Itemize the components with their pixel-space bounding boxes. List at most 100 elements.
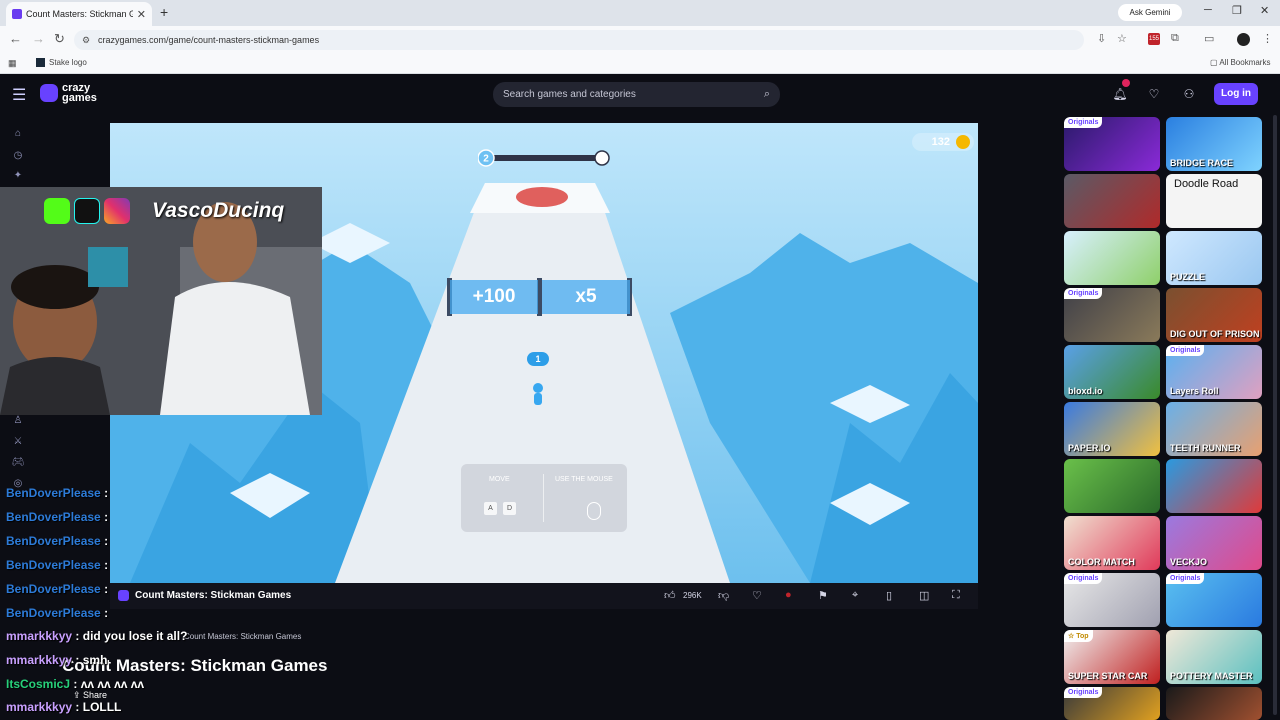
back-icon[interactable]: ← <box>9 31 22 46</box>
theater-mode-icon[interactable]: ◫ <box>919 589 929 602</box>
site-info-icon[interactable]: ⚙ <box>82 30 90 50</box>
game-thumbnail[interactable]: COLOR MATCH <box>1064 516 1160 570</box>
login-button[interactable]: Log in <box>1214 83 1258 105</box>
game-thumbnail[interactable]: Originals <box>1064 573 1160 627</box>
url-field[interactable]: ⚙ crazygames.com/game/count-masters-stic… <box>74 30 1084 50</box>
controls-divider <box>543 474 544 522</box>
top-badge: ☆ Top <box>1064 630 1093 642</box>
game-thumbnail[interactable]: Doodle Road <box>1166 174 1262 228</box>
crazygames-logo-mark-icon <box>40 84 58 102</box>
game-thumbnail[interactable]: PAPER.IO <box>1064 402 1160 456</box>
game-thumbnail[interactable]: POTTERY MASTER <box>1166 630 1262 684</box>
search-input[interactable]: Search games and categories ⌕ <box>493 82 780 107</box>
game-thumbnail[interactable]: Originals Layers Roll <box>1166 345 1262 399</box>
chat-line: BenDoverPlease : <box>6 534 108 548</box>
chat-line: mmarkkkyy : LOLLL <box>6 700 121 714</box>
nav-home-icon[interactable]: ⌂ <box>11 128 25 142</box>
game-thumbnail[interactable]: Originals <box>1064 687 1160 720</box>
side-panel-icon[interactable]: ▭ <box>1204 32 1214 45</box>
close-tab-icon[interactable]: ✕ <box>137 8 152 21</box>
game-thumbnail[interactable]: Originals <box>1064 288 1160 342</box>
chat-line: ItsCosmicJ : ʌʌ ʌʌ ʌʌ ʌʌ <box>6 677 144 691</box>
chat-user: BenDoverPlease <box>6 486 101 500</box>
forward-icon[interactable]: → <box>32 31 45 46</box>
install-icon[interactable]: ⇩ <box>1097 32 1106 45</box>
game-thumbnail-label: TEETH RUNNER <box>1170 443 1241 453</box>
game-thumbnail[interactable]: bloxd.io <box>1064 345 1160 399</box>
tab-bar <box>0 0 1280 26</box>
new-tab-icon[interactable]: + <box>160 4 168 20</box>
nav-action-icon[interactable]: ⚔ <box>11 436 25 450</box>
favorites-heart-icon[interactable]: ♡ <box>1144 84 1164 104</box>
bookmark-stake[interactable]: Stake logo <box>36 58 87 67</box>
ask-gemini-button[interactable]: Ask Gemini <box>1118 4 1182 21</box>
game-icon <box>118 590 129 601</box>
menu-kebab-icon[interactable]: ⋮ <box>1262 32 1273 45</box>
mobile-icon[interactable]: ▯ <box>886 589 892 602</box>
extensions-puzzle-icon[interactable]: ⧉ <box>1171 32 1179 45</box>
search-icon[interactable]: ⌕ <box>764 82 770 107</box>
game-thumbnail-label: PUZZLE <box>1170 272 1205 282</box>
all-bookmarks[interactable]: ▢ All Bookmarks <box>1210 58 1270 67</box>
game-thumbnail[interactable]: PUZZLE <box>1166 231 1262 285</box>
bookmark-star-icon[interactable]: ☆ <box>1117 32 1127 45</box>
game-thumbnail[interactable]: Originals <box>1064 117 1160 171</box>
chat-msg: : <box>104 486 109 500</box>
fullscreen-icon[interactable]: ⛶ <box>952 589 960 602</box>
share-label: Share <box>83 690 108 700</box>
extension-icon[interactable]: 155 <box>1148 33 1160 45</box>
record-icon[interactable]: ● <box>785 589 792 601</box>
report-flag-icon[interactable]: ⚑ <box>818 589 828 602</box>
like-icon[interactable]: 👍︎ <box>664 589 676 602</box>
chat-line: BenDoverPlease : <box>6 606 108 620</box>
controls-icon[interactable]: ⌖ <box>852 589 858 602</box>
restore-icon[interactable]: ❐ <box>1232 4 1242 17</box>
game-thumbnail[interactable]: ☆ Top SUPER STAR CAR <box>1064 630 1160 684</box>
game-thumbnail[interactable] <box>1166 459 1262 513</box>
coin-count: 132 <box>931 136 950 148</box>
notifications-bell-icon[interactable]: 🔔︎ <box>1110 84 1130 104</box>
chat-line: BenDoverPlease : <box>6 486 108 500</box>
chat-msg: : did you lose it all? <box>75 629 188 643</box>
hamburger-menu-icon[interactable]: ☰ <box>12 85 26 105</box>
close-window-icon[interactable]: ✕ <box>1260 4 1269 17</box>
extension-badge-count: 155 <box>1148 36 1159 42</box>
game-thumbnail[interactable]: DIG OUT OF PRISON <box>1166 288 1262 342</box>
minimize-icon[interactable]: ─ <box>1204 4 1212 16</box>
nav-gamepad-icon[interactable]: 🎮︎ <box>11 457 25 471</box>
game-thumbnail[interactable]: TEETH RUNNER <box>1166 402 1262 456</box>
breadcrumb-current[interactable]: Count Masters: Stickman Games <box>184 632 301 641</box>
nav-recent-icon[interactable]: ◷ <box>11 150 25 164</box>
controls-hint: MOVE USE THE MOUSE A D <box>461 464 627 532</box>
game-thumbnail[interactable]: VECKJO <box>1166 516 1262 570</box>
chat-line: BenDoverPlease : <box>6 582 108 596</box>
nav-multiplayer-icon[interactable]: ♙ <box>11 415 25 429</box>
reload-icon[interactable]: ↻ <box>54 31 65 47</box>
chat-msg: : ʌʌ ʌʌ ʌʌ ʌʌ <box>73 677 145 691</box>
profile-avatar[interactable] <box>1237 33 1250 46</box>
dislike-icon[interactable]: 👎︎ <box>718 589 729 602</box>
game-thumbnail[interactable] <box>1064 459 1160 513</box>
originals-badge: Originals <box>1064 687 1103 698</box>
nav-new-icon[interactable]: ✦ <box>11 170 25 184</box>
crazygames-logo[interactable]: crazy games <box>40 83 97 104</box>
game-thumbnail[interactable] <box>1166 687 1262 720</box>
tiktok-logo-icon <box>74 198 100 224</box>
control-mouse-label: USE THE MOUSE <box>555 476 613 483</box>
game-thumbnail-label: DIG OUT OF PRISON <box>1170 329 1260 339</box>
friends-icon[interactable]: ⚇ <box>1179 84 1199 104</box>
game-thumbnail[interactable] <box>1064 174 1160 228</box>
game-thumbnail[interactable]: Originals <box>1166 573 1262 627</box>
chat-msg: : <box>104 510 109 524</box>
game-thumbnail[interactable] <box>1064 231 1160 285</box>
apps-grid-icon[interactable]: ▦ <box>8 58 17 69</box>
chat-user: mmarkkkyy <box>6 700 73 714</box>
streamer-handle: VascoDucinq <box>152 199 285 222</box>
game-thumbnail[interactable]: BRIDGE RACE <box>1166 117 1262 171</box>
browser-tab[interactable]: Count Masters: Stickman Ga ✕ <box>6 2 152 26</box>
favorite-heart-icon[interactable]: ♡ <box>752 589 762 602</box>
game-thumbnail-label: PAPER.IO <box>1068 443 1111 453</box>
notification-badge <box>1122 79 1130 87</box>
rail-scrollbar[interactable] <box>1273 115 1277 715</box>
game-thumbnail-label: BRIDGE RACE <box>1170 158 1234 168</box>
